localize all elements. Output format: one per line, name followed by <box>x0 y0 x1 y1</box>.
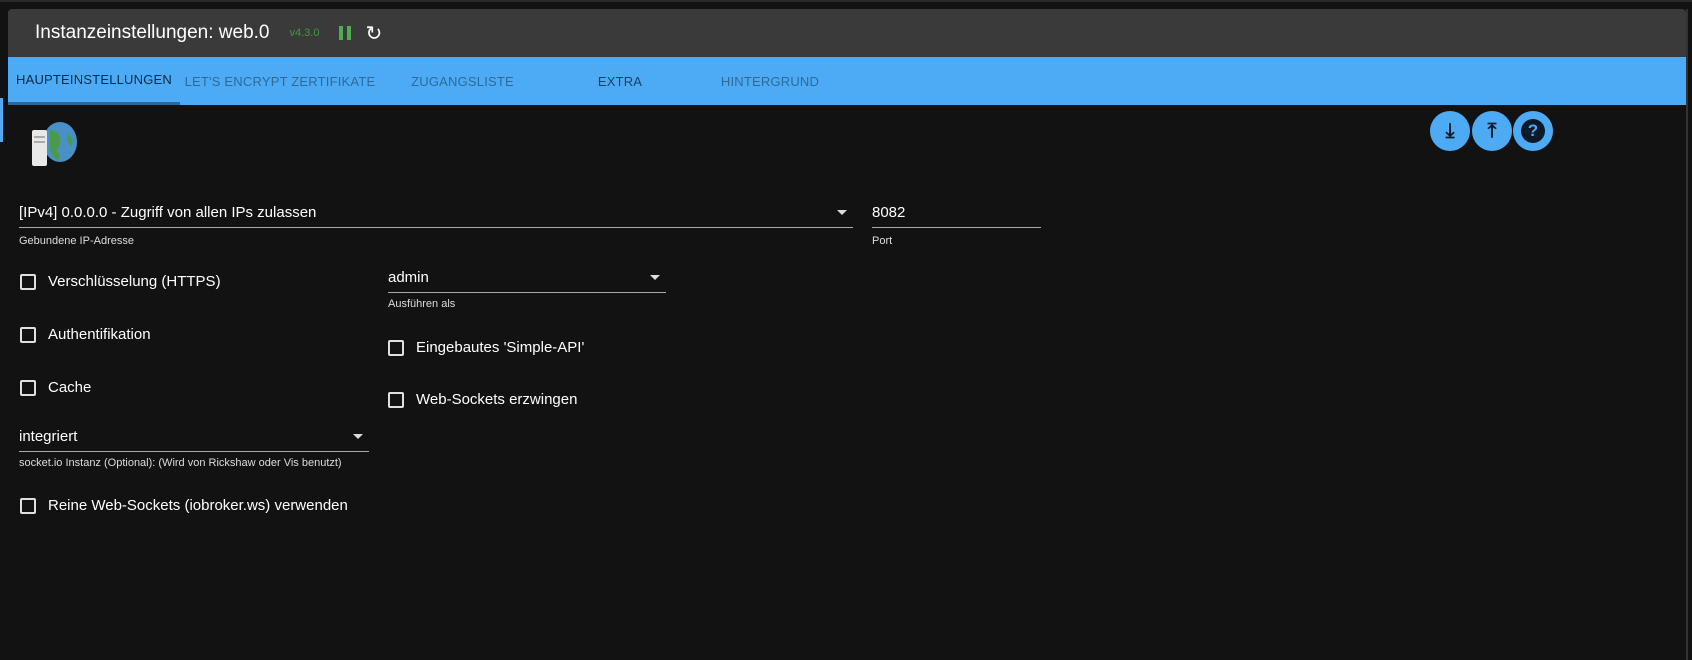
auth-checkbox[interactable]: Authentifikation <box>20 326 151 343</box>
tab-access-list[interactable]: ZUGANGSLISTE <box>380 57 545 105</box>
upload-button[interactable]: ⤒ <box>1472 111 1512 151</box>
version-badge: v4.3.0 <box>289 27 320 39</box>
port-input[interactable]: 8082 <box>872 204 1041 228</box>
tab-letsencrypt[interactable]: LET'S ENCRYPT ZERTIFIKATE <box>180 57 380 105</box>
run-as-label: Ausführen als <box>388 298 456 310</box>
upload-icon: ⤒ <box>1487 119 1497 142</box>
chevron-down-icon <box>353 434 363 439</box>
pause-icon[interactable] <box>339 26 352 40</box>
force-websockets-label: Web-Sockets erzwingen <box>416 391 578 408</box>
socketio-select[interactable]: integriert <box>19 428 369 452</box>
simple-api-checkbox[interactable]: Eingebautes 'Simple-API' <box>388 339 584 356</box>
page-title: Instanzeinstellungen: web.0 <box>35 22 270 43</box>
tab-bar: HAUPTEINSTELLUNGEN LET'S ENCRYPT ZERTIFI… <box>8 57 1686 105</box>
cache-checkbox[interactable]: Cache <box>20 379 91 396</box>
port-value: 8082 <box>872 204 906 221</box>
download-icon: ⤓ <box>1445 119 1455 142</box>
chevron-down-icon <box>837 210 847 215</box>
reload-icon[interactable]: ↻ <box>365 21 382 46</box>
tab-background[interactable]: HINTERGRUND <box>695 57 845 105</box>
https-label: Verschlüsselung (HTTPS) <box>48 273 221 290</box>
cache-label: Cache <box>48 379 92 396</box>
checkbox-box <box>388 391 404 408</box>
simple-api-label: Eingebautes 'Simple-API' <box>416 339 585 356</box>
socketio-value: integriert <box>19 428 78 445</box>
socketio-label: socket.io Instanz (Optional): (Wird von … <box>19 457 342 469</box>
help-button[interactable]: ? <box>1513 111 1553 151</box>
checkbox-box <box>388 339 404 356</box>
settings-panel: Instanzeinstellungen: web.0 v4.3.0 ↻ HAU… <box>8 9 1688 660</box>
top-border <box>0 0 1692 2</box>
dialog-header: Instanzeinstellungen: web.0 v4.3.0 ↻ <box>8 9 1686 57</box>
run-as-value: admin <box>388 269 429 286</box>
ip-label: Gebundene IP-Adresse <box>19 235 134 247</box>
pure-websockets-label: Reine Web-Sockets (iobroker.ws) verwende… <box>48 497 348 514</box>
checkbox-box <box>20 497 36 514</box>
pure-websockets-checkbox[interactable]: Reine Web-Sockets (iobroker.ws) verwende… <box>20 497 348 514</box>
https-checkbox[interactable]: Verschlüsselung (HTTPS) <box>20 273 221 290</box>
force-websockets-checkbox[interactable]: Web-Sockets erzwingen <box>388 391 577 408</box>
checkbox-box <box>20 379 36 396</box>
ip-address-select[interactable]: [IPv4] 0.0.0.0 - Zugriff von allen IPs z… <box>19 204 853 228</box>
checkbox-box <box>20 326 36 343</box>
tab-extra[interactable]: EXTRA <box>545 57 695 105</box>
checkbox-box <box>20 273 36 290</box>
sidebar-accent <box>0 98 3 142</box>
adapter-logo-icon <box>20 120 86 175</box>
help-icon: ? <box>1521 119 1545 143</box>
tab-main-settings[interactable]: HAUPTEINSTELLUNGEN <box>8 57 180 105</box>
auth-label: Authentifikation <box>48 326 151 343</box>
ip-value: [IPv4] 0.0.0.0 - Zugriff von allen IPs z… <box>19 204 317 221</box>
chevron-down-icon <box>650 275 660 280</box>
run-as-select[interactable]: admin <box>388 269 666 293</box>
port-label: Port <box>872 235 893 247</box>
download-button[interactable]: ⤓ <box>1430 111 1470 151</box>
